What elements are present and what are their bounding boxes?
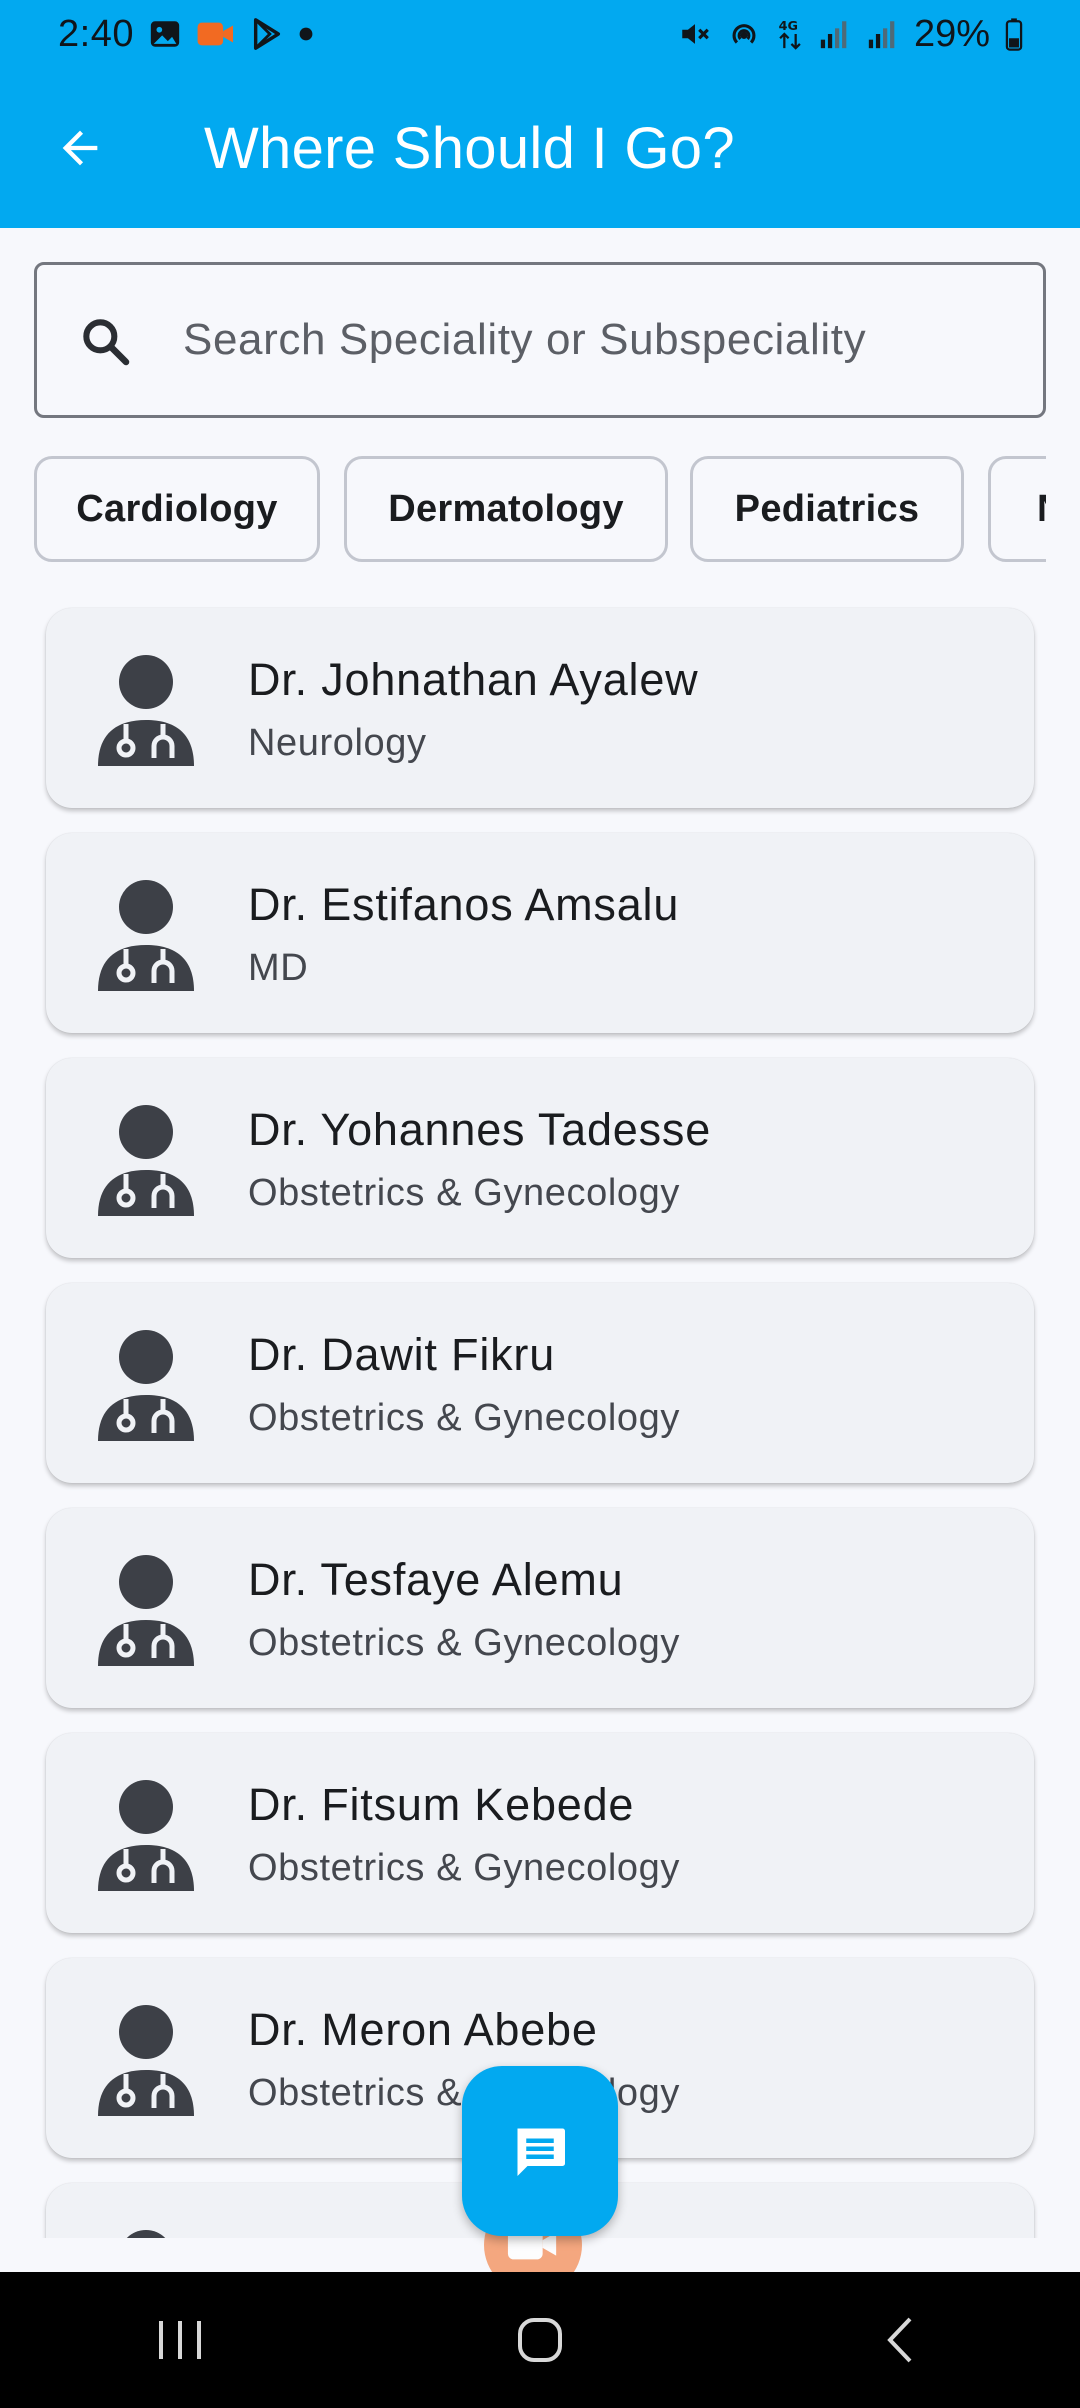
doctor-icon [96,2229,196,2238]
doctor-icon [96,1779,196,1896]
status-bar: 2:40 4G 29% [0,0,1080,68]
doctor-icon [96,1554,196,1671]
chip-partial[interactable]: N [988,456,1046,562]
doctor-icon [96,879,196,996]
doctor-card[interactable]: Dr. Yohannes Tadesse Obstetrics & Gyneco… [46,1058,1034,1258]
doctor-name: Dr. Tesfaye Alemu [248,1554,624,1605]
doctor-specialty: Obstetrics & Gynecology [248,1172,680,1214]
signal-icon-2 [866,17,900,51]
recent-apps-button[interactable] [120,2290,240,2390]
doctor-icon [96,2004,196,2121]
doctor-specialty: Obstetrics & Gynecology [248,1397,680,1439]
doctor-list: Dr. Johnathan Ayalew Neurology Dr. Estif… [0,600,1080,2238]
battery-percentage: 29% [913,12,990,55]
status-left: 2:40 [58,13,314,56]
doctor-name: Dr. Meron Abebe [248,2004,598,2055]
doctor-name: Dr. Fitsum Kebede [248,1779,635,1830]
doctor-card[interactable]: Dr. Johnathan Ayalew Neurology [46,608,1034,808]
back-button[interactable] [40,108,120,188]
video-notification-icon [196,17,236,51]
play-store-icon [250,17,284,51]
search-field[interactable] [34,262,1046,418]
doctor-card[interactable]: Dr. Dawit Fikru Obstetrics & Gynecology [46,1283,1034,1483]
network-4g-icon: 4G [776,17,804,51]
chat-icon [517,2128,565,2176]
doctor-name: Dr. Johnathan Ayalew [248,654,699,705]
search-input[interactable] [183,265,1023,415]
svg-text:4G: 4G [779,19,798,34]
chat-button[interactable] [462,2066,618,2236]
home-button[interactable] [480,2290,600,2390]
status-time: 2:40 [58,12,134,55]
doctor-specialty: Neurology [248,722,427,764]
specialty-chip-row: Cardiology Dermatology Pediatrics N [34,456,1046,562]
chip-cardiology[interactable]: Cardiology [34,456,320,562]
chip-pediatrics[interactable]: Pediatrics [690,456,964,562]
doctor-icon [96,1329,196,1446]
search-icon [77,313,133,374]
home-icon [518,2318,562,2362]
hotspot-icon [726,17,762,51]
doctor-card[interactable]: Dr. Fitsum Kebede Obstetrics & Gynecolog… [46,1733,1034,1933]
doctor-specialty: MD [248,947,309,989]
doctor-specialty: Obstetrics & Gynecology [248,1847,680,1889]
battery-icon [1004,17,1024,51]
signal-icon-1 [818,17,852,51]
chevron-left-icon [887,2317,912,2363]
arrow-left-icon [62,130,98,166]
status-right: 4G 29% [678,13,1024,56]
gallery-icon [148,17,182,51]
doctor-name: Dr. Yohannes Tadesse [248,1104,712,1155]
page-title: Where Should I Go? [204,115,735,181]
doctor-name: Dr. Estifanos Amsalu [248,879,680,930]
doctor-card[interactable]: Dr. Tesfaye Alemu Obstetrics & Gynecolog… [46,1508,1034,1708]
app-bar: Where Should I Go? [0,68,1080,228]
screen: 2:40 4G 29% Where Should I Go? Search Sp… [0,0,1080,2408]
doctor-specialty: Obstetrics & Gynecology [248,1622,680,1664]
system-nav-bar [0,2272,1080,2408]
mute-icon [678,17,712,51]
system-back-button[interactable] [840,2290,960,2390]
doctor-icon [96,654,196,771]
doctor-name: Dr. Dawit Fikru [248,1329,556,1380]
doctor-icon [96,1104,196,1221]
recent-apps-icon [159,2321,201,2359]
dot-icon [298,26,314,42]
doctor-card[interactable]: Dr. Estifanos Amsalu MD [46,833,1034,1033]
chip-dermatology[interactable]: Dermatology [344,456,668,562]
